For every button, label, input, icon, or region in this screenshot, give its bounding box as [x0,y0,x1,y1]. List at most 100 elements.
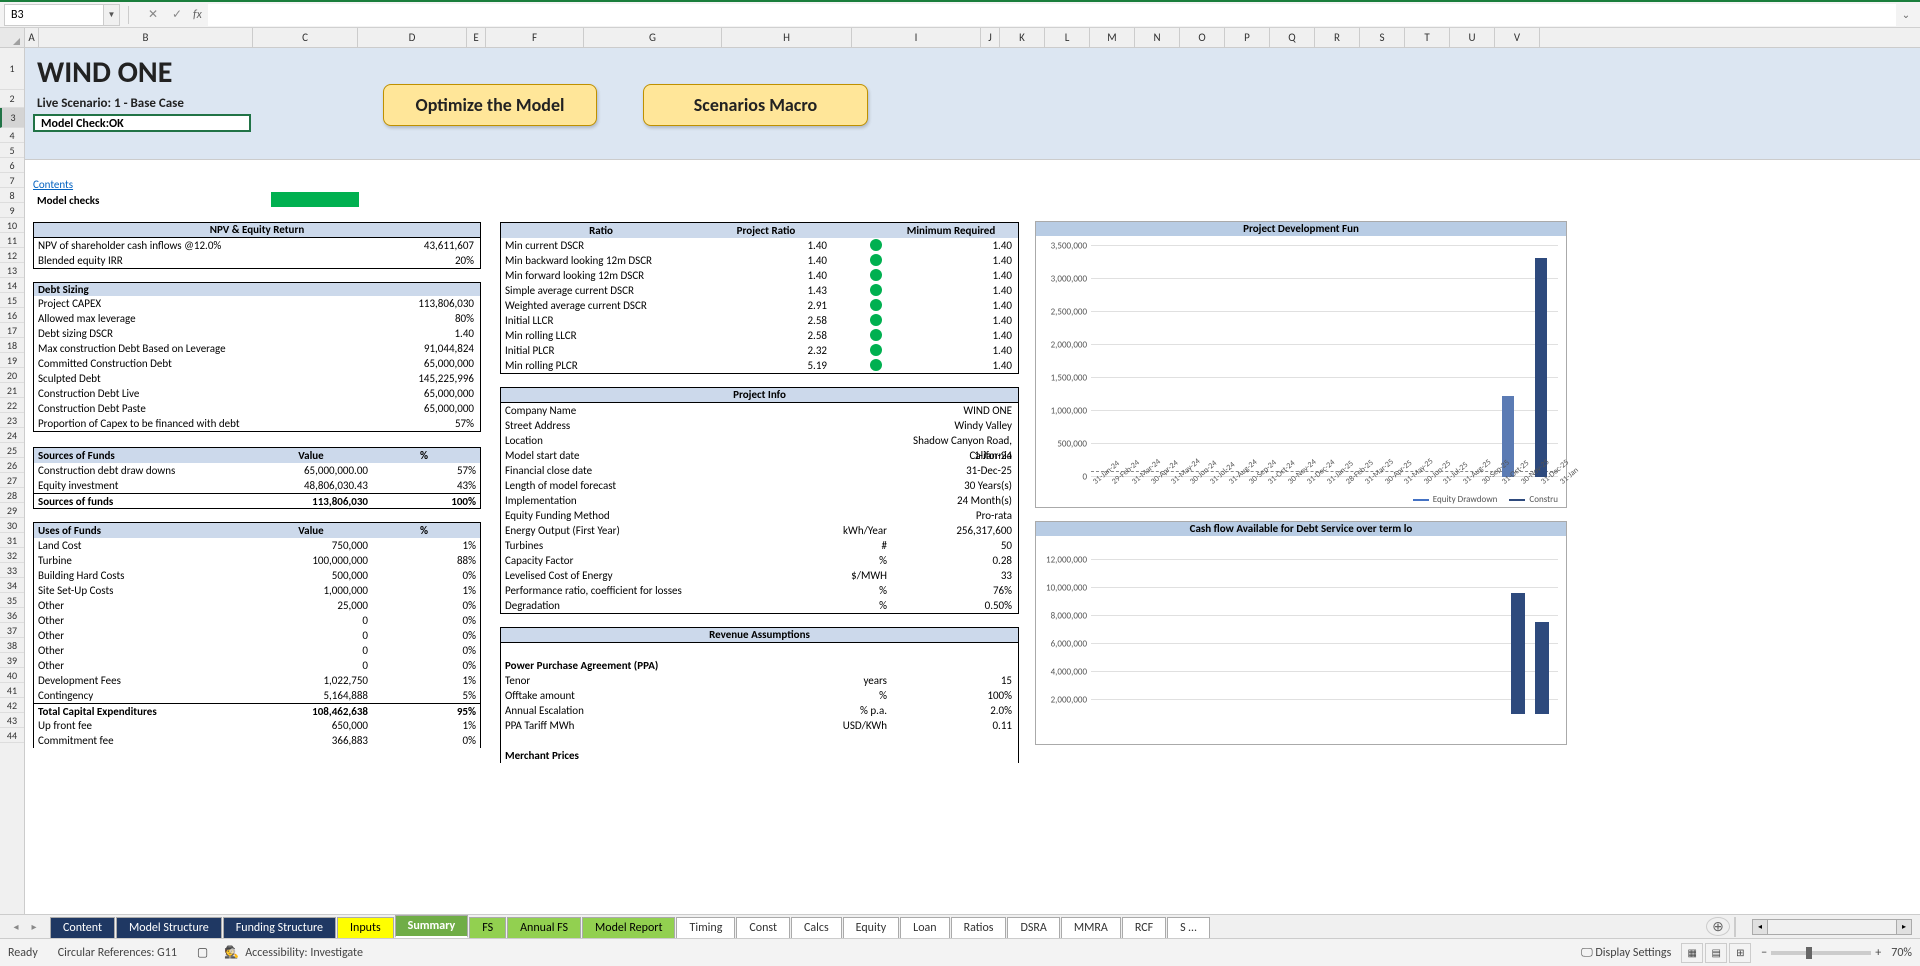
formula-expand-icon[interactable]: ⌄ [1896,8,1916,21]
row-header-28[interactable]: 28 [0,488,24,503]
tab-summary[interactable]: Summary [395,915,469,938]
col-header-M[interactable]: M [1090,28,1135,47]
name-box-dropdown[interactable]: ▼ [104,4,120,26]
row-header-38[interactable]: 38 [0,638,24,653]
record-macro-icon[interactable]: ▢ [197,945,208,960]
row-header-34[interactable]: 34 [0,578,24,593]
select-all-cell[interactable] [0,28,25,47]
tab-equity[interactable]: Equity [843,917,900,938]
row-header-2[interactable]: 2 [0,90,24,108]
tab-const[interactable]: Const [736,917,790,938]
row-header-4[interactable]: 4 [0,128,24,143]
formula-input[interactable] [208,4,1896,26]
chart-development-funding[interactable]: Project Development Fun 0500,0001,000,00… [1035,221,1567,508]
row-header-33[interactable]: 33 [0,563,24,578]
row-header-11[interactable]: 11 [0,233,24,248]
row-header-30[interactable]: 30 [0,518,24,533]
row-header-1[interactable]: 1 [0,48,24,90]
col-header-B[interactable]: B [39,28,253,47]
row-header-42[interactable]: 42 [0,698,24,713]
col-header-U[interactable]: U [1450,28,1495,47]
optimize-button[interactable]: Optimize the Model [383,84,597,126]
row-header-7[interactable]: 7 [0,173,24,188]
row-header-32[interactable]: 32 [0,548,24,563]
row-header-6[interactable]: 6 [0,158,24,173]
col-header-J[interactable]: J [981,28,1000,47]
row-header-12[interactable]: 12 [0,248,24,263]
row-header-21[interactable]: 21 [0,383,24,398]
col-header-T[interactable]: T [1405,28,1450,47]
zoom-out-icon[interactable]: − [1761,946,1767,960]
view-page-layout-icon[interactable]: ▤ [1705,943,1727,963]
name-box[interactable]: B3 [4,4,104,26]
tab-model-structure[interactable]: Model Structure [116,917,222,938]
view-page-break-icon[interactable]: ⊞ [1729,943,1751,963]
row-header-36[interactable]: 36 [0,608,24,623]
row-header-3[interactable]: 3 [0,108,24,128]
tab-rcf[interactable]: RCF [1122,917,1166,938]
row-header-26[interactable]: 26 [0,458,24,473]
row-header-18[interactable]: 18 [0,338,24,353]
col-header-R[interactable]: R [1315,28,1360,47]
row-header-5[interactable]: 5 [0,143,24,158]
col-header-K[interactable]: K [1000,28,1045,47]
col-header-A[interactable]: A [25,28,39,47]
display-settings[interactable]: 🖵 Display Settings [1581,946,1671,960]
row-header-22[interactable]: 22 [0,398,24,413]
tab-fs[interactable]: FS [469,917,506,938]
row-header-10[interactable]: 10 [0,218,24,233]
col-header-P[interactable]: P [1225,28,1270,47]
col-header-Q[interactable]: Q [1270,28,1315,47]
zoom-slider[interactable]: − + [1761,946,1881,960]
col-header-D[interactable]: D [358,28,467,47]
col-header-C[interactable]: C [253,28,358,47]
cancel-icon[interactable]: ✕ [143,5,163,25]
row-header-14[interactable]: 14 [0,278,24,293]
tab-ratios[interactable]: Ratios [951,917,1007,938]
tab-inputs[interactable]: Inputs [337,917,394,938]
row-header-27[interactable]: 27 [0,473,24,488]
tab-content[interactable]: Content [50,917,115,938]
row-header-9[interactable]: 9 [0,203,24,218]
grid[interactable]: WIND ONE Live Scenario: 1 - Base Case Mo… [25,48,1920,920]
model-check-cell[interactable]: Model Check:OK [33,114,251,132]
col-header-G[interactable]: G [584,28,722,47]
tab-nav-prev[interactable]: ▸ [26,919,42,935]
col-header-V[interactable]: V [1495,28,1540,47]
horizontal-scrollbar[interactable]: ◂ ▸ [1752,919,1912,935]
chart-cash-flow[interactable]: Cash flow Available for Debt Service ove… [1035,521,1567,745]
col-header-S[interactable]: S [1360,28,1405,47]
row-header-39[interactable]: 39 [0,653,24,668]
scenarios-button[interactable]: Scenarios Macro [643,84,868,126]
row-header-16[interactable]: 16 [0,308,24,323]
col-header-I[interactable]: I [852,28,981,47]
row-header-25[interactable]: 25 [0,443,24,458]
new-sheet-button[interactable]: ⊕ [1706,917,1730,936]
fx-icon[interactable]: fx [193,8,202,22]
row-header-15[interactable]: 15 [0,293,24,308]
enter-icon[interactable]: ✓ [167,5,187,25]
tab-mmra[interactable]: MMRA [1061,917,1121,938]
contents-link[interactable]: Contents [33,178,73,191]
zoom-level[interactable]: 70% [1891,946,1912,960]
row-header-41[interactable]: 41 [0,683,24,698]
row-header-44[interactable]: 44 [0,728,24,743]
tab-calcs[interactable]: Calcs [791,917,842,938]
tab-s-…[interactable]: S … [1167,917,1210,938]
col-header-N[interactable]: N [1135,28,1180,47]
row-header-40[interactable]: 40 [0,668,24,683]
row-header-23[interactable]: 23 [0,413,24,428]
row-header-20[interactable]: 20 [0,368,24,383]
tab-loan[interactable]: Loan [900,917,949,938]
row-header-24[interactable]: 24 [0,428,24,443]
zoom-in-icon[interactable]: + [1875,946,1881,960]
row-header-29[interactable]: 29 [0,503,24,518]
col-header-F[interactable]: F [486,28,584,47]
tab-annual-fs[interactable]: Annual FS [507,917,581,938]
tab-funding-structure[interactable]: Funding Structure [223,917,336,938]
row-header-19[interactable]: 19 [0,353,24,368]
col-header-E[interactable]: E [467,28,486,47]
col-header-O[interactable]: O [1180,28,1225,47]
row-header-17[interactable]: 17 [0,323,24,338]
col-header-H[interactable]: H [722,28,852,47]
